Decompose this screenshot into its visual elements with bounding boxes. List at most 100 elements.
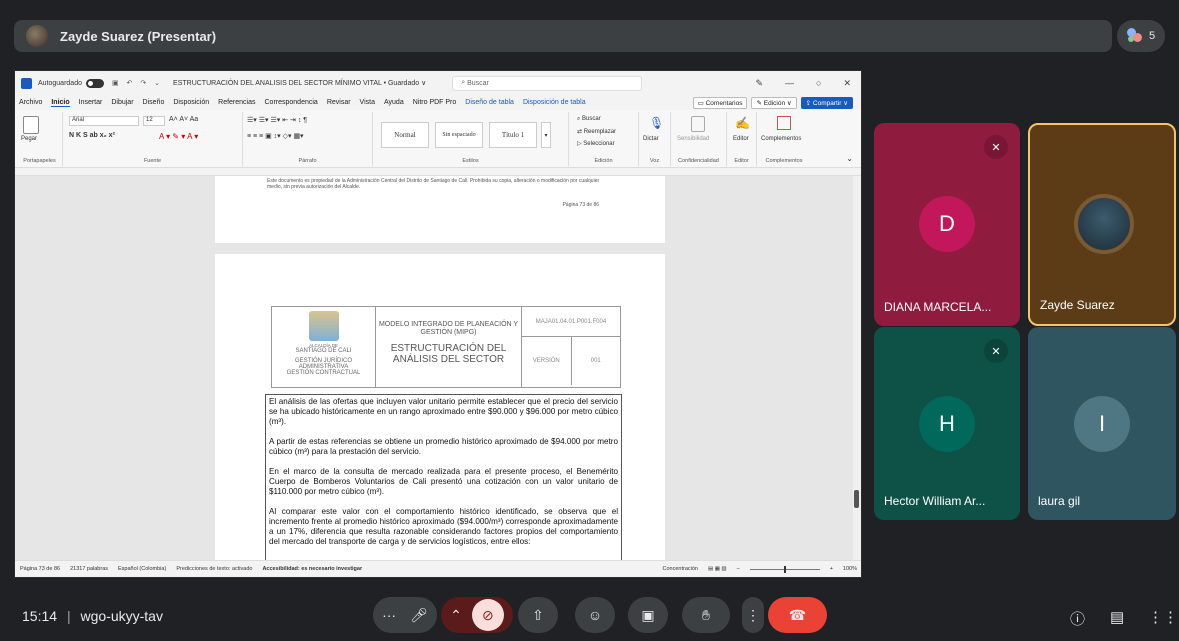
menu-dibujar[interactable]: Dibujar [111, 99, 133, 106]
more-options-button[interactable]: ⋮ [742, 597, 764, 633]
people-button[interactable]: 5 [1117, 20, 1165, 52]
editor-icon[interactable]: ✍ [735, 116, 750, 130]
window-controls: ✎ — ○ ✕ [755, 71, 851, 95]
menu-ayuda[interactable]: Ayuda [384, 99, 404, 106]
reactions-button[interactable]: ☺ [575, 597, 615, 633]
shared-screen: Autoguardado ▣ ↶ ↷ ⌄ ESTRUCTURACIÓN DEL … [14, 70, 862, 578]
camera-off-icon[interactable]: ⊘ [471, 599, 504, 631]
menu-insertar[interactable]: Insertar [79, 99, 103, 106]
sensitivity-label[interactable]: Sensibilidad [677, 136, 709, 142]
style-normal[interactable]: Normal [381, 122, 429, 148]
close-icon[interactable]: ✕ [843, 78, 851, 89]
document-body-text[interactable]: El análisis de las ofertas que incluyen … [265, 394, 622, 562]
captions-icon: ▣ [641, 606, 655, 623]
select-button[interactable]: ▷ Seleccionar [577, 140, 615, 147]
tile-hector[interactable]: ✕ H Hector William Ar... [874, 327, 1020, 520]
document-canvas: Este documento es propiedad de la Admini… [15, 176, 861, 562]
status-focus[interactable]: Concentración [663, 566, 698, 572]
emoji-icon: ☺ [587, 607, 603, 623]
status-page[interactable]: Página 73 de 86 [20, 566, 60, 572]
list-icons[interactable]: ☰▾ ☰▾ ☰▾ ⇤ ⇥ ↕ ¶ [247, 116, 307, 124]
tile-laura[interactable]: I laura gil [1028, 327, 1176, 520]
video-options-icon[interactable]: ⌃ [450, 607, 462, 624]
menu-revisar[interactable]: Revisar [327, 99, 351, 106]
audio-options-icon[interactable]: ··· [382, 607, 396, 623]
chat-icon[interactable]: ▤ [1110, 608, 1124, 626]
font-format-icons[interactable]: N K S ab x₂ x² [69, 132, 115, 139]
raise-hand-button[interactable]: ✋︎ [682, 597, 730, 633]
find-label: Buscar [582, 116, 601, 122]
document-scrollbar[interactable] [853, 176, 861, 562]
pen-icon[interactable]: ✎ [755, 78, 763, 89]
status-predictions[interactable]: Predicciones de texto: activado [176, 566, 252, 572]
present-button[interactable]: ⇧ [518, 597, 558, 633]
microphone-icon[interactable]: 🎙 [649, 116, 664, 130]
menu-vista[interactable]: Vista [360, 99, 375, 106]
addins-grid-icon[interactable] [777, 116, 791, 130]
zoom-out-icon[interactable]: – [737, 566, 740, 572]
font-name-select[interactable]: Arial [69, 116, 139, 126]
meeting-details-icon[interactable]: ⓘ [1070, 608, 1085, 629]
ribbon-collapse-icon[interactable]: ⌄ [846, 154, 853, 163]
paste-label[interactable]: Pegar [21, 136, 37, 142]
font-grow-shrink-icons[interactable]: A˄ A˅ Aa [169, 116, 198, 123]
save-undo-icons[interactable]: ▣ ↶ ↷ ⌄ [112, 79, 163, 87]
find-button[interactable]: ⌕ Buscar [577, 116, 601, 123]
presenter-name: Zayde Suarez (Presentar) [60, 28, 217, 44]
participants-count: 5 [1148, 30, 1156, 42]
tile-zayde[interactable]: Zayde Suarez [1028, 123, 1176, 326]
editor-label[interactable]: Editor [733, 136, 749, 142]
minimize-icon[interactable]: — [785, 78, 794, 88]
view-icons[interactable]: ▤ ▦ ▧ [708, 566, 727, 572]
zoom-in-icon[interactable]: + [830, 566, 833, 572]
restore-icon[interactable]: ○ [816, 78, 821, 88]
activities-icon[interactable]: ⋮⋮ [1148, 608, 1178, 626]
autosave-toggle[interactable] [85, 78, 104, 88]
mic-off-icon: ✕ [984, 135, 1008, 159]
version-label: VERSIÓN [522, 337, 572, 385]
menu-correspondencia[interactable]: Correspondencia [265, 99, 318, 106]
style-no-spacing[interactable]: Sin espaciado [435, 122, 483, 148]
paragraph-4: Al comparar este valor con el comportami… [269, 507, 618, 546]
editing-button[interactable]: ✎ Edición ∨ [751, 97, 797, 109]
align-icons[interactable]: ≡ ≡ ≡ ▣ ↕▾ ◇▾ ▦▾ [247, 132, 304, 140]
menu-disposicion-tabla[interactable]: Disposición de tabla [523, 99, 586, 106]
paragraph-2: A partir de estas referencias se obtiene… [269, 437, 618, 456]
status-accessibility[interactable]: Accesibilidad: es necesario investigar [262, 566, 362, 572]
zoom-level[interactable]: 100% [843, 566, 857, 572]
menu-diseno-tabla[interactable]: Diseño de tabla [465, 99, 514, 106]
sensitivity-icon[interactable] [691, 116, 705, 132]
menu-right-actions: ▭ Comentarios ✎ Edición ∨ ⇪ Compartir ∨ [692, 97, 853, 109]
scrollbar-thumb[interactable] [854, 490, 859, 508]
word-search-box[interactable]: ⌕ Buscar [452, 75, 643, 91]
font-size-select[interactable]: 12 [143, 116, 165, 126]
hand-icon: ✋︎ [702, 606, 710, 623]
document-code: MAJA01.04.01.P001.F004 [522, 307, 620, 337]
menu-disposicion[interactable]: Disposición [173, 99, 209, 106]
group-paragraph: Párrafo [298, 158, 317, 164]
microphone-icon[interactable]: 🎤︎ [410, 607, 428, 624]
avatar: I [1074, 396, 1130, 452]
font-color-icons[interactable]: A ▾ ✎ ▾ A ▾ [159, 132, 198, 141]
replace-button[interactable]: ⇄ Reemplazar [577, 128, 616, 135]
document-title[interactable]: ESTRUCTURACIÓN DEL ANALISIS DEL SECTOR M… [173, 79, 426, 87]
addins-label[interactable]: Complementos [761, 136, 801, 142]
menu-inicio[interactable]: Inicio [51, 99, 70, 107]
styles-more-icon[interactable]: ▾ [541, 122, 551, 148]
zoom-slider[interactable] [749, 565, 820, 573]
captions-button[interactable]: ▣ [628, 597, 668, 633]
comments-button[interactable]: ▭ Comentarios [692, 97, 748, 109]
status-words[interactable]: 21317 palabras [70, 566, 108, 572]
share-button[interactable]: ⇪ Compartir ∨ [800, 97, 853, 109]
leave-call-button[interactable]: ☎︎ [768, 597, 827, 633]
menu-archivo[interactable]: Archivo [19, 99, 42, 106]
dictate-label[interactable]: Dictar [643, 136, 659, 142]
status-language[interactable]: Español (Colombia) [118, 566, 166, 572]
menu-diseno[interactable]: Diseño [143, 99, 165, 106]
tile-diana[interactable]: ✕ D DIANA MARCELA... [874, 123, 1020, 326]
menu-nitro[interactable]: Nitro PDF Pro [413, 99, 457, 106]
style-heading1[interactable]: Título 1 [489, 122, 537, 148]
horizontal-ruler [15, 168, 861, 176]
paste-icon[interactable] [23, 116, 39, 134]
menu-referencias[interactable]: Referencias [218, 99, 255, 106]
